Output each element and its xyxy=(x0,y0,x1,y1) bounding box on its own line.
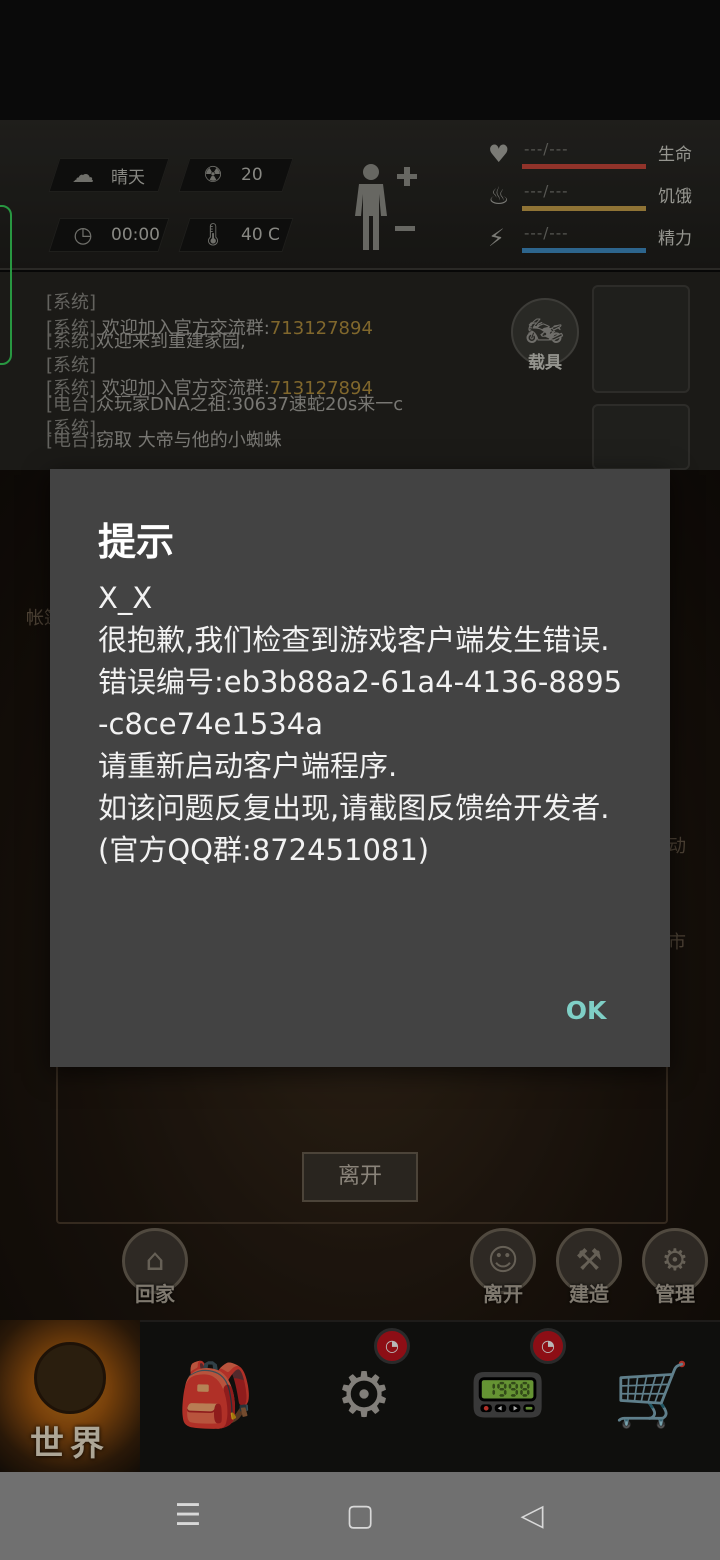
error-dialog: 提示 X_X 很抱歉,我们检查到游戏客户端发生错误. 错误编号:eb3b88a2… xyxy=(50,469,670,1067)
screen: ☁ 晴天 ☢ 20 ◷ 00:00 🌡 40 C ♥ ---/--- 生命 ♨ ---/… xyxy=(0,0,720,1560)
menu-icon[interactable]: ☰ xyxy=(166,1498,210,1533)
ok-button[interactable]: OK xyxy=(546,991,626,1031)
dialog-message: X_X 很抱歉,我们检查到游戏客户端发生错误. 错误编号:eb3b88a2-61… xyxy=(98,581,623,867)
dialog-title: 提示 xyxy=(98,520,175,564)
back-icon[interactable]: ◁ xyxy=(510,1498,554,1533)
home-square-icon[interactable]: ▢ xyxy=(338,1498,382,1533)
